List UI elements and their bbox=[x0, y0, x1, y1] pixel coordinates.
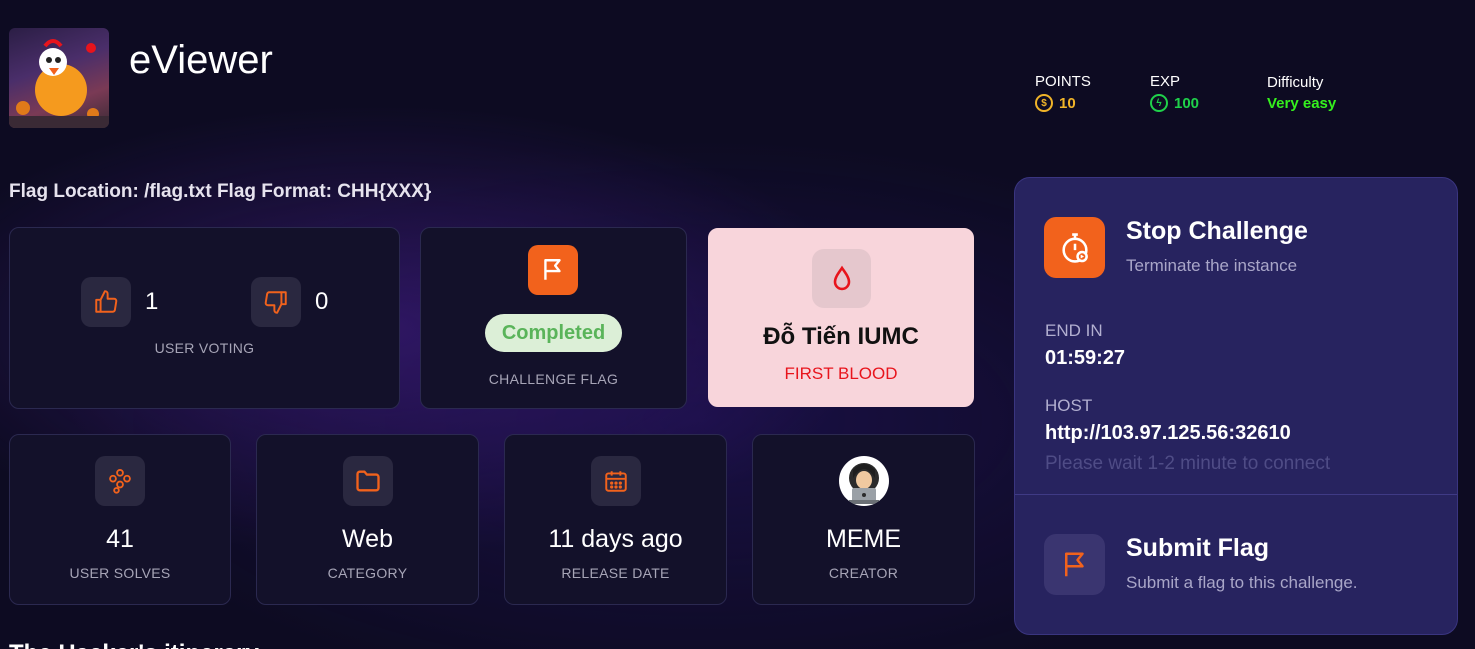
difficulty-stat: Difficulty Very easy bbox=[1267, 74, 1336, 112]
first-blood-name: Đỗ Tiến IUMC bbox=[763, 323, 919, 350]
stop-challenge-text[interactable]: Stop Challenge Terminate the instance bbox=[1126, 217, 1308, 276]
stopwatch-icon bbox=[1061, 232, 1088, 263]
challenge-flag-caption: CHALLENGE FLAG bbox=[488, 371, 619, 387]
release-date-card: 11 days ago RELEASE DATE bbox=[504, 434, 727, 605]
folder-icon bbox=[356, 470, 380, 492]
end-in-label: END IN bbox=[1045, 321, 1103, 340]
difficulty-value: Very easy bbox=[1267, 95, 1337, 112]
thumbs-up-icon bbox=[95, 290, 118, 313]
section-heading: The Hacker's itinerary bbox=[9, 640, 259, 649]
difficulty-label: Difficulty bbox=[1267, 74, 1324, 91]
instance-panel: Stop Challenge Terminate the instance EN… bbox=[1014, 177, 1458, 635]
creator-card[interactable]: MEME CREATOR bbox=[752, 434, 975, 605]
host-label: HOST bbox=[1045, 396, 1093, 415]
flag-badge bbox=[528, 245, 578, 295]
first-blood-caption: FIRST BLOOD bbox=[784, 364, 898, 383]
flag-icon bbox=[1064, 552, 1084, 576]
users-icon bbox=[109, 468, 131, 494]
first-blood-card: Đỗ Tiến IUMC FIRST BLOOD bbox=[708, 228, 974, 407]
panel-divider bbox=[1015, 494, 1457, 495]
creator-avatar bbox=[839, 456, 889, 506]
creator-value: MEME bbox=[826, 525, 901, 553]
flag-info: Flag Location: /flag.txt Flag Format: CH… bbox=[9, 181, 432, 202]
submit-flag-button[interactable] bbox=[1044, 534, 1105, 595]
user-solves-card: 41 USER SOLVES bbox=[9, 434, 231, 605]
calendar-icon-box bbox=[591, 456, 641, 506]
coin-icon: $ bbox=[1035, 94, 1053, 112]
points-value: 10 bbox=[1059, 94, 1076, 112]
host-value[interactable]: http://103.97.125.56:32610 bbox=[1045, 422, 1330, 445]
submit-flag-subtitle: Submit a flag to this challenge. bbox=[1126, 573, 1358, 592]
folder-icon-box bbox=[343, 456, 393, 506]
challenge-flag-card: Completed CHALLENGE FLAG bbox=[420, 227, 687, 409]
points-label: POINTS bbox=[1035, 73, 1091, 90]
page-title: eViewer bbox=[129, 38, 273, 82]
user-solves-value: 41 bbox=[106, 525, 134, 553]
thumbs-down-icon bbox=[264, 291, 287, 314]
downvote-group: 0 bbox=[251, 277, 328, 327]
flag-icon bbox=[544, 259, 561, 280]
exp-label: EXP bbox=[1150, 73, 1181, 90]
exp-icon: ϟ bbox=[1150, 94, 1168, 112]
completed-badge: Completed bbox=[485, 314, 622, 352]
exp-stat: EXP ϟ 100 bbox=[1150, 73, 1199, 112]
release-date-value: 11 days ago bbox=[548, 525, 683, 553]
thumbs-down-button[interactable] bbox=[251, 277, 301, 327]
stop-challenge-title: Stop Challenge bbox=[1126, 217, 1308, 245]
exp-value: 100 bbox=[1174, 94, 1200, 112]
calendar-icon bbox=[605, 471, 627, 492]
submit-flag-text[interactable]: Submit Flag Submit a flag to this challe… bbox=[1126, 534, 1358, 593]
blood-badge bbox=[812, 249, 871, 308]
upvote-count: 1 bbox=[145, 288, 159, 315]
host-note: Please wait 1-2 minute to connect bbox=[1045, 453, 1331, 474]
category-card: Web CATEGORY bbox=[256, 434, 479, 605]
points-stat: POINTS $ 10 bbox=[1035, 73, 1091, 112]
category-value: Web bbox=[342, 525, 393, 553]
users-icon-box bbox=[95, 456, 145, 506]
release-date-caption: RELEASE DATE bbox=[561, 565, 670, 581]
challenge-avatar bbox=[9, 28, 109, 128]
voting-caption: USER VOTING bbox=[154, 340, 255, 356]
creator-caption: CREATOR bbox=[828, 565, 899, 581]
blood-drop-icon bbox=[833, 265, 850, 290]
user-solves-caption: USER SOLVES bbox=[69, 565, 171, 581]
stop-challenge-button[interactable] bbox=[1044, 217, 1105, 278]
category-caption: CATEGORY bbox=[327, 565, 408, 581]
downvote-count: 0 bbox=[315, 288, 329, 315]
thumbs-up-button[interactable] bbox=[81, 277, 131, 327]
submit-flag-title: Submit Flag bbox=[1126, 534, 1270, 562]
stop-challenge-subtitle: Terminate the instance bbox=[1126, 256, 1298, 275]
upvote-group: 1 bbox=[81, 277, 158, 327]
user-voting-card: 1 0 USER VOTING bbox=[9, 227, 400, 409]
end-in-value: 01:59:27 bbox=[1045, 347, 1126, 369]
